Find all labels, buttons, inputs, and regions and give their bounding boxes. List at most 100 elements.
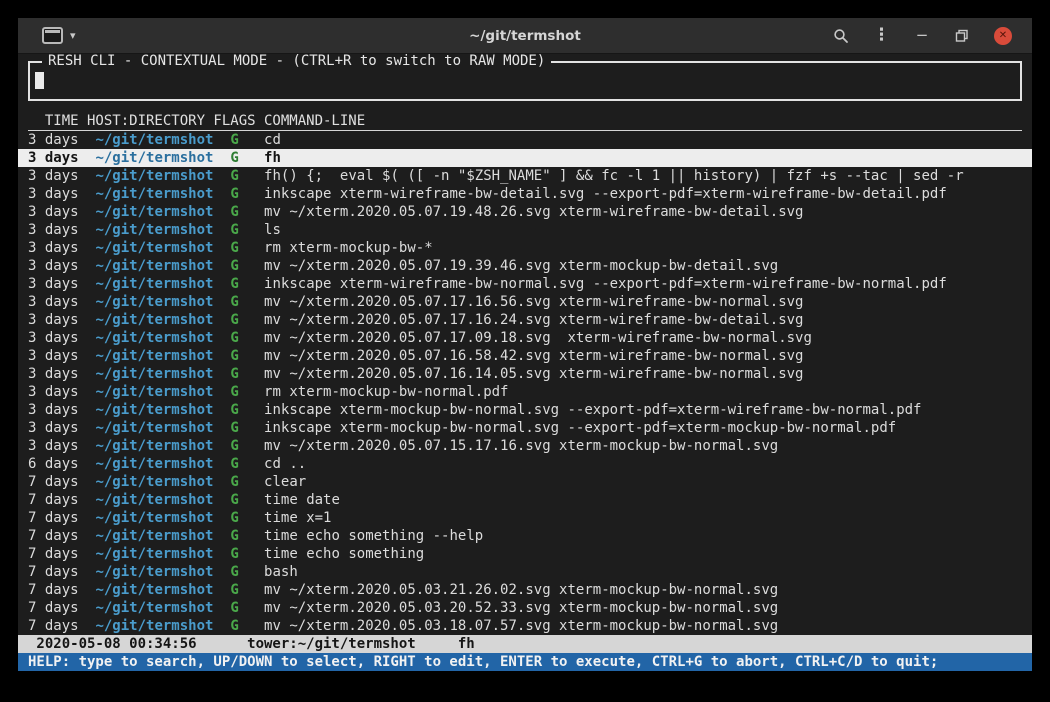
history-row[interactable]: 3 days ~/git/termshot G mv ~/xterm.2020.… <box>18 329 1032 347</box>
row-command: inkscape xterm-wireframe-bw-normal.svg -… <box>264 276 947 292</box>
history-row[interactable]: 3 days ~/git/termshot G rm xterm-mockup-… <box>18 383 1032 401</box>
row-time: 7 days <box>28 492 79 508</box>
row-flags: G <box>230 456 238 472</box>
history-row[interactable]: 7 days ~/git/termshot G clear <box>18 473 1032 491</box>
titlebar[interactable]: ▾ ~/git/termshot ⋮ − <box>18 18 1032 54</box>
status-location: tower:~/git/termshot <box>247 636 416 652</box>
history-row[interactable]: 3 days ~/git/termshot G ls <box>18 221 1032 239</box>
history-row[interactable]: 3 days ~/git/termshot G fh <box>18 149 1032 167</box>
close-button[interactable]: ✕ <box>994 27 1012 45</box>
terminal-icon <box>42 27 63 44</box>
history-row[interactable]: 3 days ~/git/termshot G mv ~/xterm.2020.… <box>18 347 1032 365</box>
row-time: 7 days <box>28 546 79 562</box>
row-time: 3 days <box>28 276 79 292</box>
row-command: rm xterm-mockup-bw-* <box>264 240 433 256</box>
history-row[interactable]: 3 days ~/git/termshot G mv ~/xterm.2020.… <box>18 437 1032 455</box>
history-row[interactable]: 7 days ~/git/termshot G mv ~/xterm.2020.… <box>18 617 1032 635</box>
row-time: 7 days <box>28 618 79 634</box>
history-row[interactable]: 7 days ~/git/termshot G bash <box>18 563 1032 581</box>
row-command: fh <box>264 150 281 166</box>
row-host: ~/git/termshot <box>95 150 213 166</box>
row-flags: G <box>230 366 238 382</box>
history-row[interactable]: 7 days ~/git/termshot G time date <box>18 491 1032 509</box>
history-list: 3 days ~/git/termshot G cd3 days ~/git/t… <box>18 131 1032 635</box>
history-row[interactable]: 7 days ~/git/termshot G time echo someth… <box>18 527 1032 545</box>
row-command: mv ~/xterm.2020.05.07.16.58.42.svg xterm… <box>264 348 803 364</box>
row-host: ~/git/termshot <box>95 528 213 544</box>
history-row[interactable]: 3 days ~/git/termshot G fh() {; eval $( … <box>18 167 1032 185</box>
row-flags: G <box>230 168 238 184</box>
search-input-box[interactable]: RESH CLI - CONTEXTUAL MODE - (CTRL+R to … <box>28 61 1022 101</box>
history-row[interactable]: 7 days ~/git/termshot G time echo someth… <box>18 545 1032 563</box>
row-host: ~/git/termshot <box>95 564 213 580</box>
history-row[interactable]: 7 days ~/git/termshot G time x=1 <box>18 509 1032 527</box>
minimize-button[interactable]: − <box>914 28 930 43</box>
search-box-title: RESH CLI - CONTEXTUAL MODE - (CTRL+R to … <box>42 54 551 70</box>
row-host: ~/git/termshot <box>95 312 213 328</box>
row-command: clear <box>264 474 306 490</box>
row-host: ~/git/termshot <box>95 420 213 436</box>
new-terminal-button[interactable]: ▾ <box>42 27 76 44</box>
search-button[interactable] <box>833 28 849 44</box>
history-row[interactable]: 3 days ~/git/termshot G mv ~/xterm.2020.… <box>18 365 1032 383</box>
row-time: 3 days <box>28 312 79 328</box>
row-command: mv ~/xterm.2020.05.07.15.17.16.svg xterm… <box>264 438 778 454</box>
row-host: ~/git/termshot <box>95 132 213 148</box>
row-host: ~/git/termshot <box>95 438 213 454</box>
row-host: ~/git/termshot <box>95 204 213 220</box>
row-command: mv ~/xterm.2020.05.07.19.48.26.svg xterm… <box>264 204 803 220</box>
history-row[interactable]: 3 days ~/git/termshot G mv ~/xterm.2020.… <box>18 311 1032 329</box>
restore-button[interactable] <box>954 29 970 43</box>
terminal-content[interactable]: RESH CLI - CONTEXTUAL MODE - (CTRL+R to … <box>18 54 1032 671</box>
row-host: ~/git/termshot <box>95 456 213 472</box>
history-row[interactable]: 6 days ~/git/termshot G cd .. <box>18 455 1032 473</box>
restore-icon <box>955 29 969 43</box>
desktop-background: ▾ ~/git/termshot ⋮ − <box>0 0 1050 702</box>
row-command: mv ~/xterm.2020.05.07.17.09.18.svg xterm… <box>264 330 812 346</box>
row-flags: G <box>230 528 238 544</box>
history-row[interactable]: 3 days ~/git/termshot G inkscape xterm-m… <box>18 419 1032 437</box>
row-flags: G <box>230 438 238 454</box>
chevron-down-icon[interactable]: ▾ <box>70 30 76 41</box>
row-time: 3 days <box>28 186 79 202</box>
history-row[interactable]: 3 days ~/git/termshot G mv ~/xterm.2020.… <box>18 203 1032 221</box>
history-row[interactable]: 3 days ~/git/termshot G mv ~/xterm.2020.… <box>18 293 1032 311</box>
row-command: inkscape xterm-mockup-bw-normal.svg --ex… <box>264 402 921 418</box>
history-row[interactable]: 3 days ~/git/termshot G inkscape xterm-m… <box>18 401 1032 419</box>
history-row[interactable]: 3 days ~/git/termshot G rm xterm-mockup-… <box>18 239 1032 257</box>
history-row[interactable]: 7 days ~/git/termshot G mv ~/xterm.2020.… <box>18 581 1032 599</box>
row-time: 3 days <box>28 222 79 238</box>
table-header: TIME HOST:DIRECTORY FLAGS COMMAND-LINE <box>28 112 1022 131</box>
row-host: ~/git/termshot <box>95 330 213 346</box>
row-host: ~/git/termshot <box>95 474 213 490</box>
row-command: cd .. <box>264 456 306 472</box>
row-command: time date <box>264 492 340 508</box>
row-time: 3 days <box>28 384 79 400</box>
row-flags: G <box>230 564 238 580</box>
row-host: ~/git/termshot <box>95 582 213 598</box>
row-time: 3 days <box>28 294 79 310</box>
row-time: 7 days <box>28 600 79 616</box>
row-host: ~/git/termshot <box>95 240 213 256</box>
row-flags: G <box>230 474 238 490</box>
row-host: ~/git/termshot <box>95 294 213 310</box>
row-flags: G <box>230 132 238 148</box>
row-flags: G <box>230 546 238 562</box>
kebab-menu-icon: ⋮ <box>873 27 890 44</box>
row-command: fh() {; eval $( ([ -n "$ZSH_NAME" ] && f… <box>264 168 964 184</box>
history-row[interactable]: 7 days ~/git/termshot G mv ~/xterm.2020.… <box>18 599 1032 617</box>
row-flags: G <box>230 294 238 310</box>
row-flags: G <box>230 384 238 400</box>
row-flags: G <box>230 600 238 616</box>
history-row[interactable]: 3 days ~/git/termshot G inkscape xterm-w… <box>18 275 1032 293</box>
history-row[interactable]: 3 days ~/git/termshot G mv ~/xterm.2020.… <box>18 257 1032 275</box>
history-row[interactable]: 3 days ~/git/termshot G cd <box>18 131 1032 149</box>
row-time: 3 days <box>28 132 79 148</box>
row-host: ~/git/termshot <box>95 366 213 382</box>
row-command: mv ~/xterm.2020.05.07.19.39.46.svg xterm… <box>264 258 778 274</box>
terminal-window: ▾ ~/git/termshot ⋮ − <box>18 18 1032 671</box>
row-time: 6 days <box>28 456 79 472</box>
menu-button[interactable]: ⋮ <box>873 27 890 44</box>
row-flags: G <box>230 420 238 436</box>
history-row[interactable]: 3 days ~/git/termshot G inkscape xterm-w… <box>18 185 1032 203</box>
